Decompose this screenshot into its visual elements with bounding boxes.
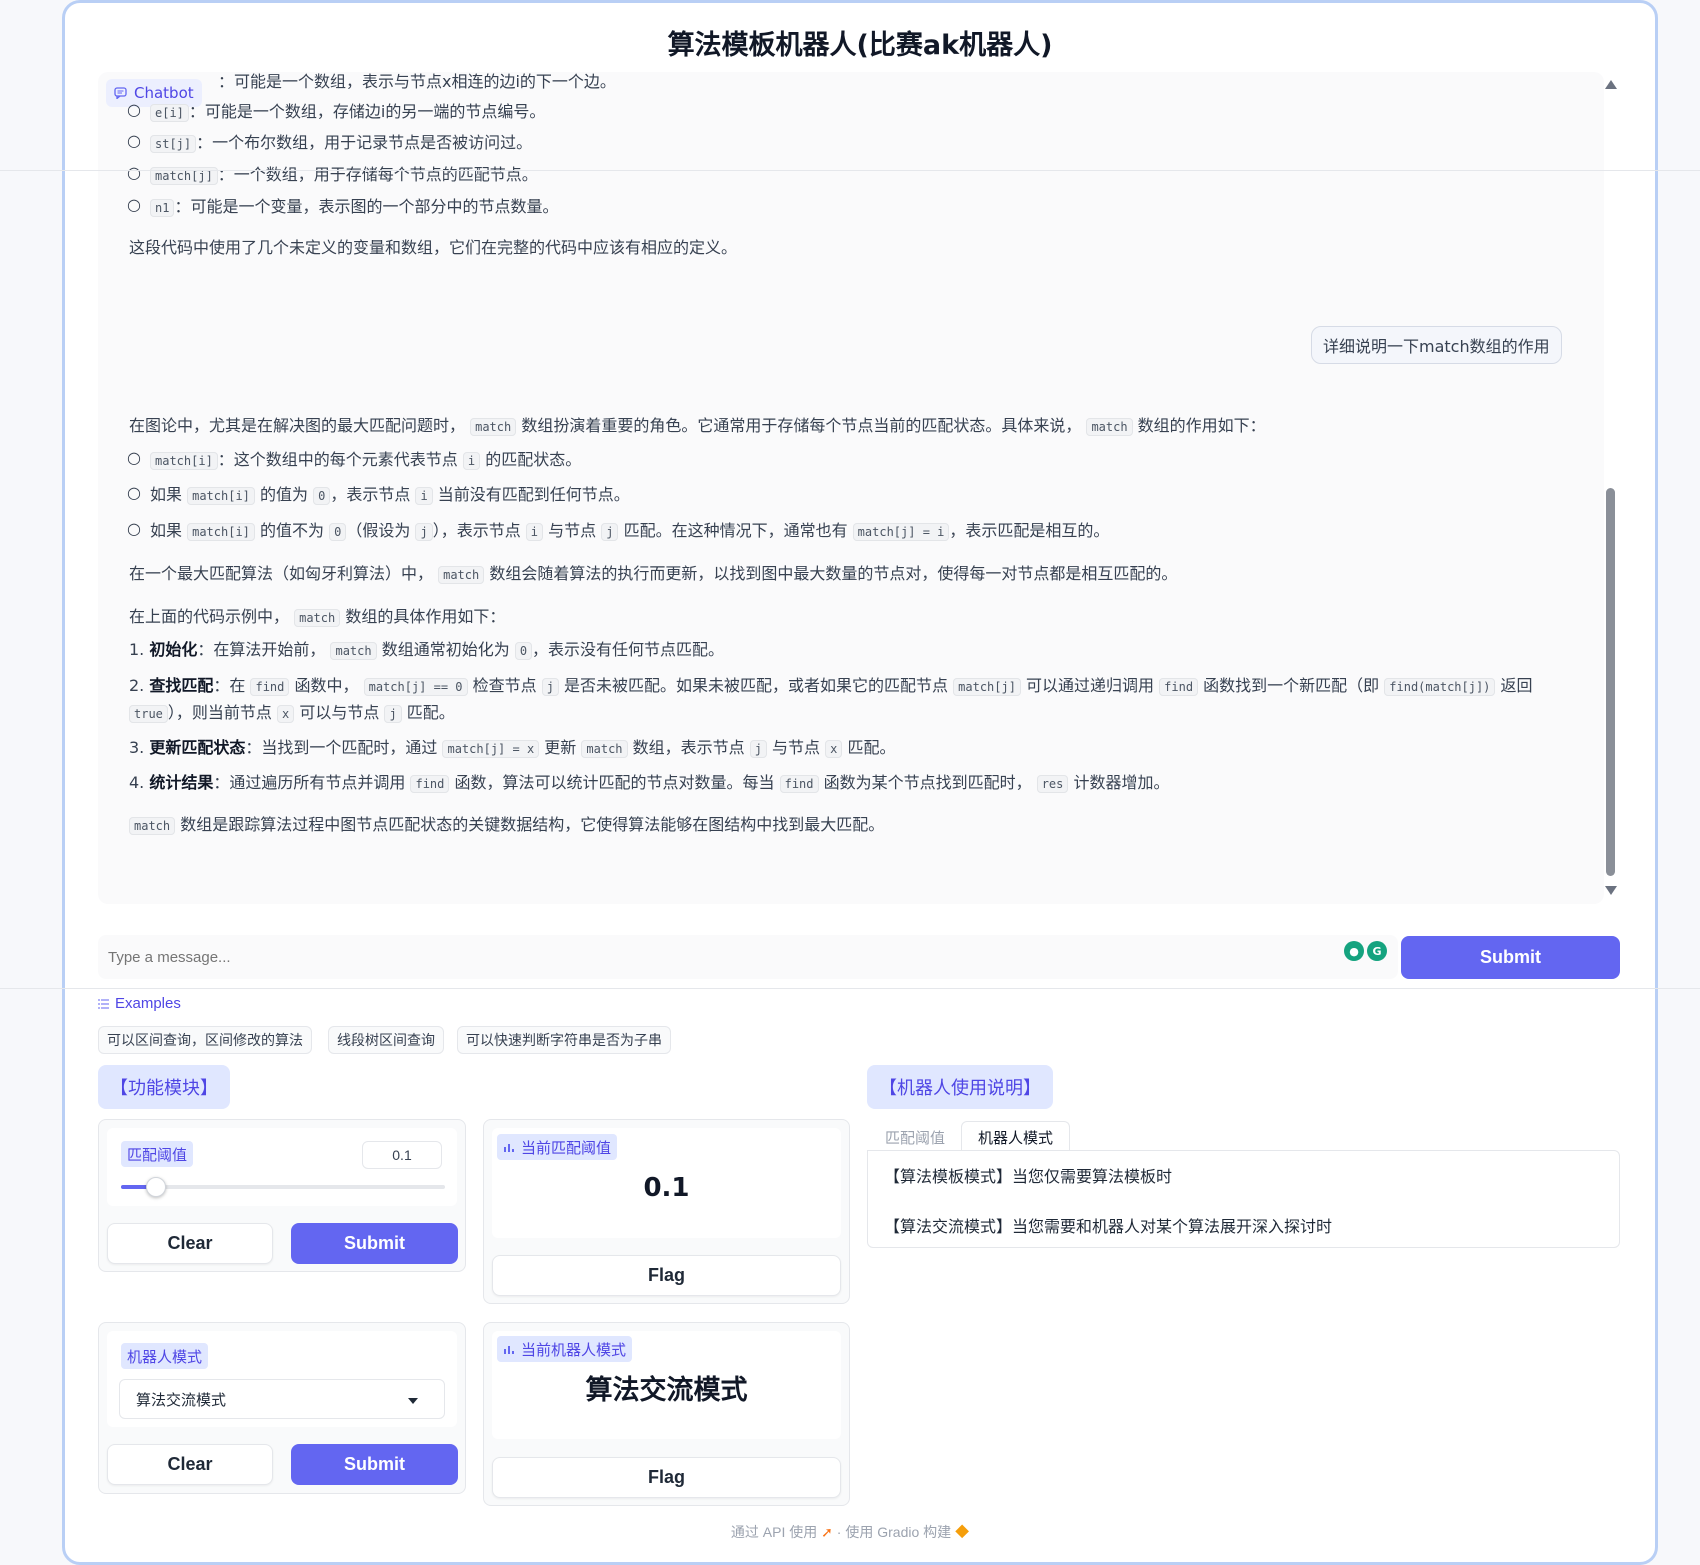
threshold-number-input[interactable]: 0.1 xyxy=(362,1141,442,1169)
answer-step-4: 4. 统计结果：通过遍历所有节点并调用 find 函数，算法可以统计匹配的节点对… xyxy=(129,773,1170,793)
mode-output-block: 当前机器人模式 算法交流模式 xyxy=(492,1331,841,1439)
dropdown-caret-icon xyxy=(408,1398,418,1404)
grammar-assist-icons[interactable]: ● G xyxy=(1344,941,1387,961)
threshold-flag-button[interactable]: Flag xyxy=(492,1255,841,1296)
answer-conclusion: match 数组是跟踪算法过程中图节点匹配状态的关键数据结构，它使得算法能够在图… xyxy=(129,813,884,838)
message-input[interactable] xyxy=(98,935,1398,979)
mode-panel: 机器人模式 算法交流模式 Clear Submit xyxy=(98,1322,466,1494)
bullet-icon: ○ xyxy=(127,163,141,182)
chat-line: n1 ：可能是一个变量，表示图的一个部分中的节点数量。 xyxy=(150,195,558,220)
mode-output-value: 算法交流模式 xyxy=(585,1375,748,1406)
bullet-icon: ○ xyxy=(127,195,141,214)
footer: 通过 API 使用 ➚ · 使用 Gradio 构建 ◆ xyxy=(0,1522,1700,1542)
instructions-tab-panel: 【算法模板模式】当您仅需要算法模板时 【算法交流模式】当您需要和机器人对某个算法… xyxy=(867,1150,1620,1248)
chat-line: match[j] ：一个数组，用于存储每个节点的匹配节点。 xyxy=(150,163,538,188)
mode-output-panel: 当前机器人模式 算法交流模式 Flag xyxy=(483,1322,850,1506)
gradio-link[interactable]: 使用 Gradio 构建 xyxy=(845,1524,951,1540)
function-module-title: 【功能模块】 xyxy=(98,1065,230,1109)
chat-submit-button[interactable]: Submit xyxy=(1401,936,1620,979)
answer-bullet-2: 如果 match[i] 的值为 0 ，表示节点 i 当前没有匹配到任何节点。 xyxy=(150,485,630,505)
answer-step-2-cont: true ），则当前节点 x 可以与节点 j 匹配。 xyxy=(129,701,455,726)
threshold-output-label: 当前匹配阈值 xyxy=(497,1134,618,1160)
inline-code: e[i] xyxy=(150,104,189,122)
inline-code: n1 xyxy=(150,199,175,217)
chat-text: ：可能是一个数组，存储边i的另一端的节点编号。 xyxy=(188,102,546,121)
tab-threshold[interactable]: 匹配阈值 xyxy=(869,1121,961,1153)
app-title: 算法模板机器人(比赛ak机器人) xyxy=(667,30,1053,61)
threshold-output-block: 当前匹配阈值 0.1 xyxy=(492,1128,841,1238)
mode-submit-button[interactable]: Submit xyxy=(291,1444,458,1485)
chart-icon xyxy=(504,1144,514,1152)
chat-line: e[i] ：可能是一个数组，存储边i的另一端的节点编号。 xyxy=(150,100,545,125)
scroll-up-arrow-icon[interactable] xyxy=(1605,80,1617,89)
bullet-icon: ○ xyxy=(127,131,141,150)
footer-separator: · xyxy=(836,1524,842,1540)
api-link[interactable]: 通过 API 使用 xyxy=(731,1524,817,1540)
rocket-icon: ➚ xyxy=(821,1524,833,1540)
chat-scrollbar-thumb[interactable] xyxy=(1606,488,1615,876)
chat-text: ：一个布尔数组，用于记录节点是否被访问过。 xyxy=(196,133,533,152)
bullet-icon: ○ xyxy=(127,483,141,502)
answer-paragraph-3: 在上面的代码示例中， match 数组的具体作用如下： xyxy=(129,607,506,627)
examples-label: Examples xyxy=(115,995,181,1012)
threshold-panel: 匹配阈值 0.1 Clear Submit xyxy=(98,1119,466,1272)
scroll-down-arrow-icon[interactable] xyxy=(1605,886,1617,895)
threshold-label: 匹配阈值 xyxy=(121,1141,194,1167)
example-chip[interactable]: 可以区间查询，区间修改的算法 xyxy=(98,1026,312,1054)
threshold-clear-button[interactable]: Clear xyxy=(107,1223,273,1264)
bullet-icon: ○ xyxy=(127,100,141,119)
chatbot-panel[interactable]: ：可能是一个数组，表示与节点x相连的边i的下一个边。 Chatbot ○ e[i… xyxy=(98,72,1604,904)
tab-robot-mode[interactable]: 机器人模式 xyxy=(961,1121,1071,1153)
instructions-title: 【机器人使用说明】 xyxy=(867,1065,1053,1109)
mode-clear-button[interactable]: Clear xyxy=(107,1444,273,1485)
chat-text: ：可能是一个变量，表示图的一个部分中的节点数量。 xyxy=(174,197,559,216)
answer-intro: 在图论中，尤其是在解决图的最大匹配问题时， match 数组扮演着重要的角色。它… xyxy=(129,416,1266,436)
threshold-output-panel: 当前匹配阈值 0.1 Flag xyxy=(483,1119,850,1304)
chat-line: st[j] ：一个布尔数组，用于记录节点是否被访问过。 xyxy=(150,131,532,156)
lightbulb-icon[interactable]: ● xyxy=(1344,941,1364,961)
divider xyxy=(0,170,1700,171)
examples-header: Examples xyxy=(98,995,181,1012)
mode-dropdown-value: 算法交流模式 xyxy=(136,1390,227,1409)
answer-bullet-3: 如果 match[i] 的值不为 0 （假设为 j ），表示节点 i 与节点 j 匹… xyxy=(150,521,1110,541)
example-chip[interactable]: 可以快速判断字符串是否为子串 xyxy=(457,1026,671,1054)
instruction-line: 【算法模板模式】当您仅需要算法模板时 xyxy=(884,1167,1173,1186)
threshold-submit-button[interactable]: Submit xyxy=(291,1223,458,1264)
answer-step-3: 3. 更新匹配状态：当找到一个匹配时，通过 match[j] = x 更新 ma… xyxy=(129,738,896,758)
mode-dropdown[interactable]: 算法交流模式 xyxy=(119,1379,445,1419)
user-message-bubble: 详细说明一下match数组的作用 xyxy=(1311,326,1562,364)
answer-step-1: 1. 初始化：在算法开始前， match 数组通常初始化为 0 ，表示没有任何节点… xyxy=(129,640,725,660)
chart-icon xyxy=(504,1346,514,1354)
threshold-output-value: 0.1 xyxy=(643,1173,690,1203)
mode-label: 机器人模式 xyxy=(121,1343,209,1369)
list-icon xyxy=(98,999,109,1008)
threshold-slider-handle[interactable] xyxy=(146,1177,167,1197)
mode-output-label: 当前机器人模式 xyxy=(497,1336,633,1362)
example-chip[interactable]: 线段树区间查询 xyxy=(328,1026,444,1054)
answer-bullet-1: match[i] ：这个数组中的每个元素代表节点 i 的匹配状态。 xyxy=(150,448,581,473)
instruction-line: 【算法交流模式】当您需要和机器人对某个算法展开深入探讨时 xyxy=(884,1217,1333,1236)
threshold-slider-track[interactable] xyxy=(121,1185,445,1189)
mode-select-block: 机器人模式 算法交流模式 xyxy=(107,1331,457,1427)
grammarly-icon[interactable]: G xyxy=(1367,941,1387,961)
bullet-icon: ○ xyxy=(127,448,141,467)
chat-summary: 这段代码中使用了几个未定义的变量和数组，它们在完整的代码中应该有相应的定义。 xyxy=(129,238,738,257)
chat-icon xyxy=(114,87,127,99)
threshold-slider-block: 匹配阈值 0.1 xyxy=(107,1128,457,1206)
mode-flag-button[interactable]: Flag xyxy=(492,1457,841,1498)
answer-paragraph-2: 在一个最大匹配算法（如匈牙利算法）中， match 数组会随着算法的执行而更新，… xyxy=(129,564,1178,584)
gradio-logo-icon: ◆ xyxy=(955,1524,970,1540)
inline-code: st[j] xyxy=(150,135,197,153)
chat-text: ：一个数组，用于存储每个节点的匹配节点。 xyxy=(217,165,538,184)
bullet-icon: ○ xyxy=(127,519,141,538)
answer-step-2: 2. 查找匹配：在 find 函数中， match[j] == 0 检查节点 j… xyxy=(129,676,1533,696)
chat-text: ：可能是一个数组，表示与节点x相连的边i的下一个边。 xyxy=(218,72,616,91)
chat-line: ：可能是一个数组，表示与节点x相连的边i的下一个边。 xyxy=(208,72,616,95)
divider xyxy=(0,988,1700,989)
